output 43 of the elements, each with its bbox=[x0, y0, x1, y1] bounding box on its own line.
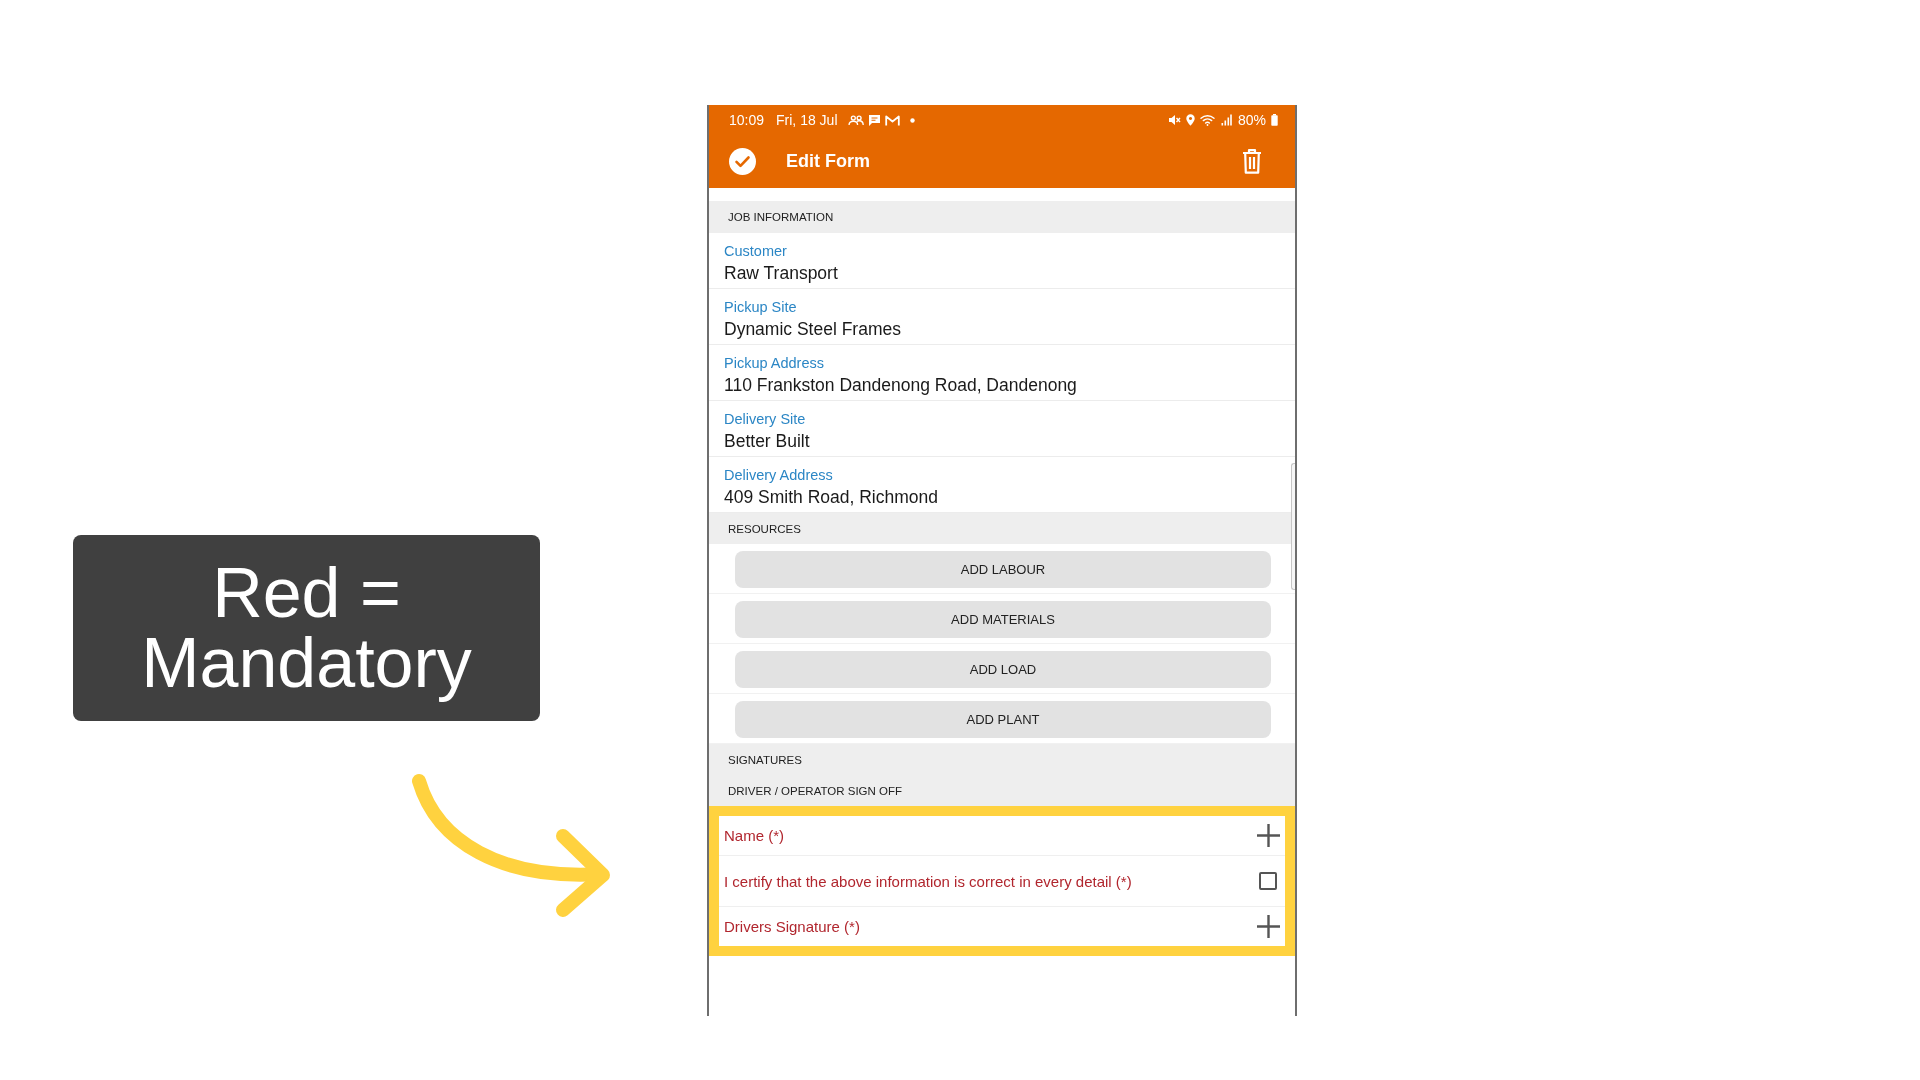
field-value: Better Built bbox=[724, 430, 810, 452]
plus-icon bbox=[1256, 824, 1280, 847]
mute-icon bbox=[1167, 114, 1181, 126]
field-label: Drivers Signature (*) bbox=[724, 918, 860, 935]
field-value: Dynamic Steel Frames bbox=[724, 318, 901, 340]
add-button[interactable]: ADD LABOUR bbox=[735, 551, 1271, 588]
people-icon bbox=[847, 114, 864, 126]
mail-icon bbox=[884, 114, 900, 126]
notification-dot-icon bbox=[909, 117, 915, 123]
confirm-button[interactable] bbox=[729, 148, 756, 175]
add-button[interactable]: ADD MATERIALS bbox=[735, 601, 1271, 638]
add-button[interactable] bbox=[1256, 915, 1280, 938]
field-label: Name (*) bbox=[724, 827, 784, 844]
chat-icon bbox=[867, 114, 881, 126]
battery-percent: 80% bbox=[1237, 112, 1266, 128]
wifi-icon bbox=[1199, 114, 1216, 126]
field-label: Delivery Site bbox=[724, 410, 806, 428]
trash-icon bbox=[1242, 149, 1262, 174]
add-button[interactable]: ADD PLANT bbox=[735, 701, 1271, 738]
field-label: Pickup Address bbox=[724, 354, 824, 372]
status-time: 10:09 bbox=[729, 112, 765, 128]
field-value: Raw Transport bbox=[724, 262, 838, 284]
field-label: Pickup Site bbox=[724, 298, 797, 316]
add-button[interactable] bbox=[1256, 824, 1280, 847]
field-label: Delivery Address bbox=[724, 466, 833, 484]
field-value: 110 Frankston Dandenong Road, Dandenong bbox=[724, 374, 1077, 396]
section-header: SIGNATURES bbox=[709, 744, 1295, 775]
checkbox[interactable] bbox=[1259, 872, 1277, 890]
section-header: JOB INFORMATION bbox=[709, 201, 1295, 233]
delete-button[interactable] bbox=[1242, 149, 1262, 174]
check-circle-icon bbox=[729, 148, 756, 175]
section-header: DRIVER / OPERATOR SIGN OFF bbox=[709, 775, 1295, 806]
add-button[interactable]: ADD LOAD bbox=[735, 651, 1271, 688]
battery-icon bbox=[1271, 114, 1278, 126]
field-label: I certify that the above information is correct in every detail (*) bbox=[724, 872, 1132, 890]
field-value: 409 Smith Road, Richmond bbox=[724, 486, 938, 508]
status-date: Fri, 18 Jul bbox=[776, 112, 838, 128]
scrollbar[interactable] bbox=[1291, 463, 1295, 590]
plus-icon bbox=[1256, 915, 1280, 938]
signal-icon bbox=[1220, 114, 1232, 126]
location-pin-icon bbox=[1185, 114, 1195, 126]
field-label: Customer bbox=[724, 242, 787, 260]
screen-title: Edit Form bbox=[786, 151, 870, 172]
